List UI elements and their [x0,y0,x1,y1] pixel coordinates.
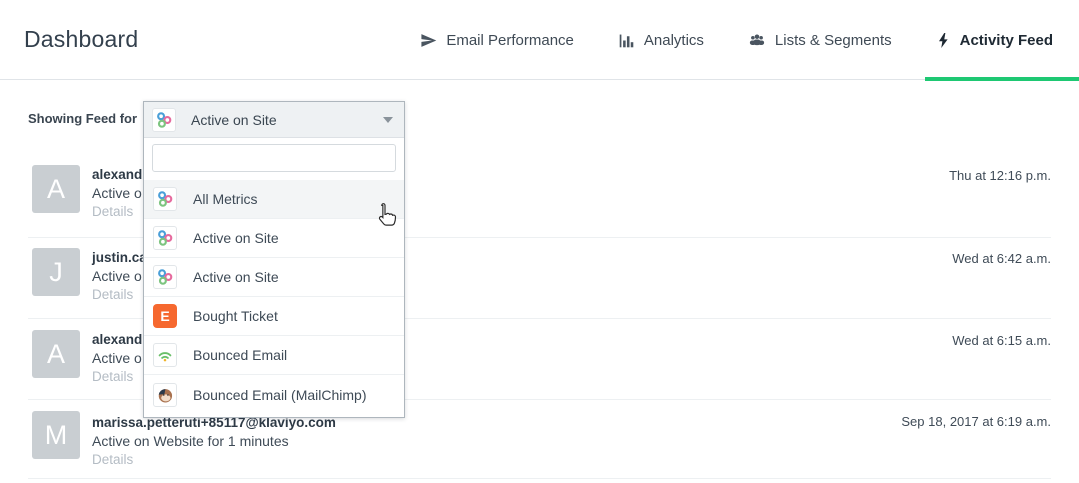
option-active-on-site[interactable]: Active on Site [144,219,404,258]
option-bounced-email[interactable]: Bounced Email [144,336,404,375]
timestamp: Thu at 12:16 p.m. [949,168,1051,183]
tab-analytics[interactable]: Analytics [618,32,704,49]
tab-label: Activity Feed [960,32,1053,49]
klaviyo-metric-icon [152,108,176,132]
details-link[interactable]: Details [92,369,133,384]
profile-name: alexandr [92,167,148,182]
details-link[interactable]: Details [92,287,133,302]
profile-name: alexandr [92,332,148,347]
option-label: Bounced Email [193,347,287,363]
details-link[interactable]: Details [92,204,133,219]
dropdown-option-list: All Metrics Active on Site Active on Sit… [144,180,404,414]
tab-label: Email Performance [446,32,574,49]
signal-arcs-icon [153,343,177,367]
option-label: Bounced Email (MailChimp) [193,387,367,403]
profile-name: justin.ca [92,250,147,265]
tab-label: Lists & Segments [775,32,892,49]
activity-text: Active o [92,350,142,366]
option-label: All Metrics [193,191,258,207]
dropdown-selected-value[interactable]: Active on Site [144,102,404,138]
tab-label: Analytics [644,32,704,49]
top-nav: Email Performance Analytics Lists & Segm… [420,0,1053,80]
klaviyo-metric-icon [153,187,177,211]
option-all-metrics[interactable]: All Metrics [144,180,404,219]
row-divider [28,478,1051,479]
avatar: A [32,165,80,213]
metric-search-input[interactable] [152,144,396,172]
option-label: Bought Ticket [193,308,278,324]
tab-activity-feed[interactable]: Activity Feed [936,32,1053,49]
avatar: A [32,330,80,378]
paper-plane-icon [420,32,437,49]
tab-email-performance[interactable]: Email Performance [420,32,574,49]
klaviyo-metric-icon [153,265,177,289]
activity-text: Active o [92,268,142,284]
active-tab-underline [925,77,1079,81]
klaviyo-metric-icon [153,226,177,250]
metric-filter-dropdown: Active on Site All Metrics Active on Sit… [143,101,405,418]
tab-lists-segments[interactable]: Lists & Segments [748,31,892,49]
option-active-on-site-2[interactable]: Active on Site [144,258,404,297]
feed-row: M marissa.petteruti+85117@klaviyo.com Ac… [0,411,1079,481]
page-header: Dashboard Email Performance Analytics Li… [0,0,1079,80]
mouse-cursor-icon [372,202,398,237]
timestamp: Sep 18, 2017 at 6:19 a.m. [901,414,1051,429]
timestamp: Wed at 6:15 a.m. [952,333,1051,348]
timestamp: Wed at 6:42 a.m. [952,251,1051,266]
activity-text: Active o [92,185,142,201]
option-bought-ticket[interactable]: E Bought Ticket [144,297,404,336]
details-link[interactable]: Details [92,452,133,467]
lightning-icon [936,32,951,49]
activity-text: Active on Website for 1 minutes [92,433,289,449]
mailchimp-icon [153,383,177,407]
option-label: Active on Site [193,230,279,246]
showing-feed-for-label: Showing Feed for [28,111,137,126]
eventbrite-icon: E [153,304,177,328]
chevron-down-icon [383,117,393,123]
avatar: J [32,248,80,296]
option-bounced-email-mailchimp[interactable]: Bounced Email (MailChimp) [144,375,404,414]
option-label: Active on Site [193,269,279,285]
people-icon [748,31,766,49]
page-title: Dashboard [24,26,138,53]
selected-metric-label: Active on Site [191,112,277,128]
bar-chart-icon [618,32,635,49]
avatar: M [32,411,80,459]
